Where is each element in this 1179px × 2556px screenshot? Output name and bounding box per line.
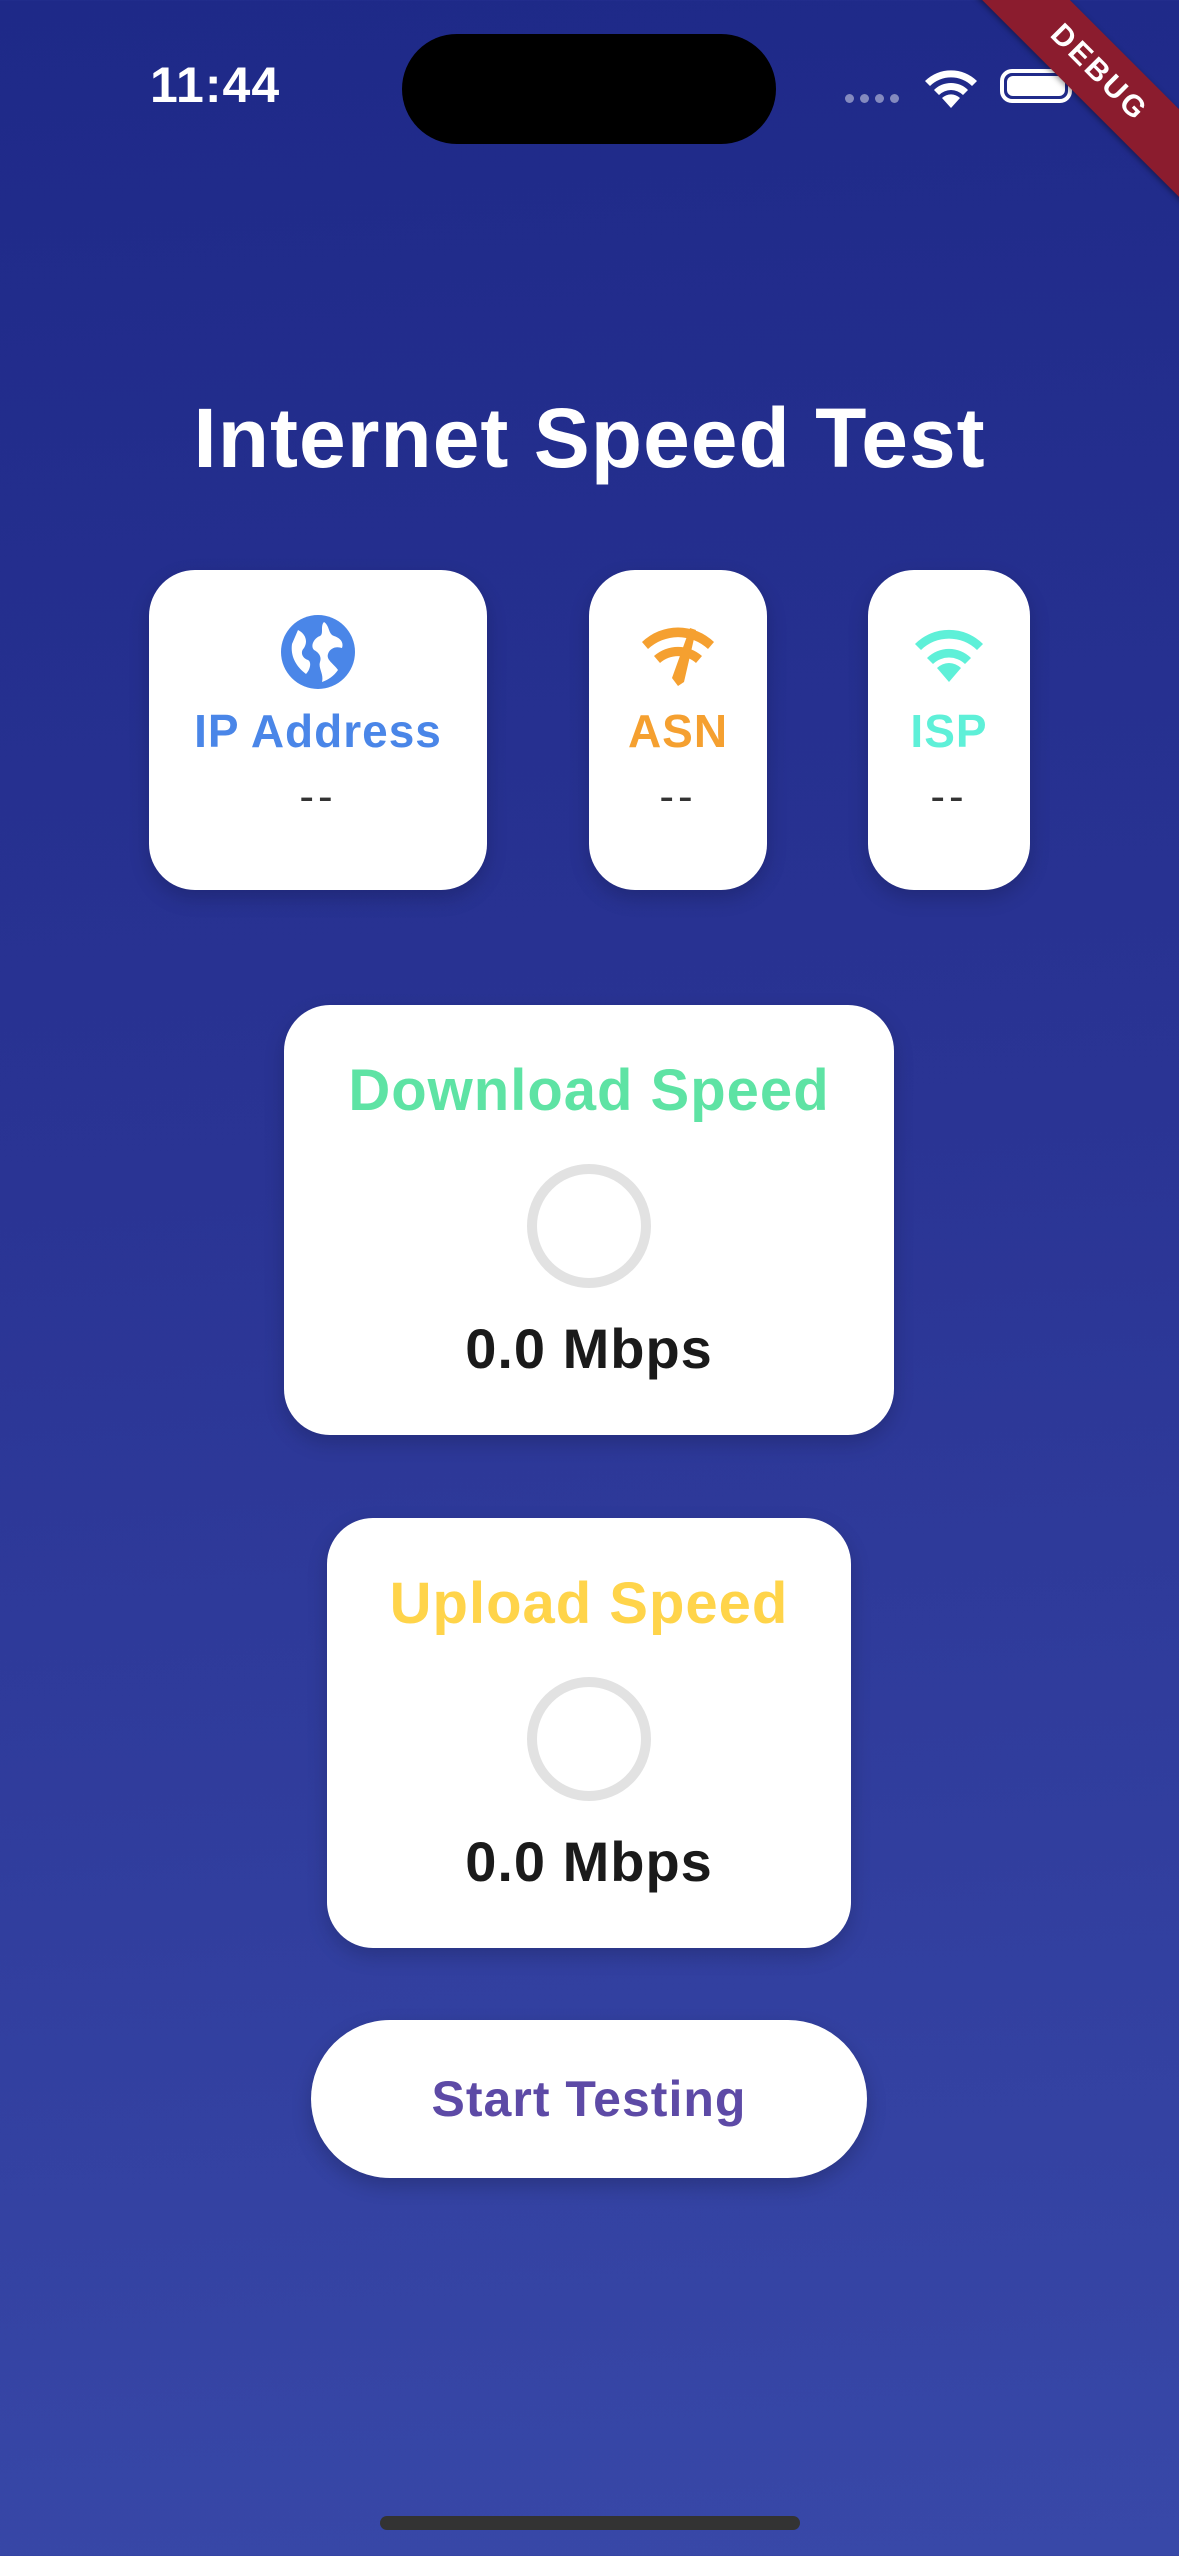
asn-card: ASN -- [589,570,767,890]
ip-address-card: IP Address -- [149,570,487,890]
download-speed-value: 0.0 Mbps [465,1317,713,1380]
globe-icon [281,615,355,689]
download-progress-indicator [527,1164,651,1288]
isp-card: ISP -- [868,570,1030,890]
home-indicator[interactable] [380,2516,800,2530]
upload-speed-value: 0.0 Mbps [465,1830,713,1893]
wifi-icon [915,629,983,682]
start-testing-button[interactable]: Start Testing [311,2020,867,2178]
download-speed-title: Download Speed [348,1058,830,1123]
isp-value: -- [930,772,968,821]
asn-label: ASN [627,705,729,757]
network-check-icon [642,627,714,686]
dynamic-island [402,34,776,144]
upload-progress-indicator [527,1677,651,1801]
ip-address-value: -- [299,772,337,821]
upload-speed-card: Upload Speed 0.0 Mbps [327,1518,851,1948]
cellular-signal-icon [845,94,899,103]
upload-speed-title: Upload Speed [389,1571,789,1636]
debug-banner: DEBUG [914,0,1179,258]
status-time: 11:44 [150,57,281,113]
isp-label: ISP [910,705,988,757]
page-title: Internet Speed Test [193,391,986,485]
download-speed-card: Download Speed 0.0 Mbps [284,1005,894,1435]
wifi-status-icon [925,70,977,108]
ip-address-label: IP Address [194,705,442,757]
asn-value: -- [659,772,697,821]
